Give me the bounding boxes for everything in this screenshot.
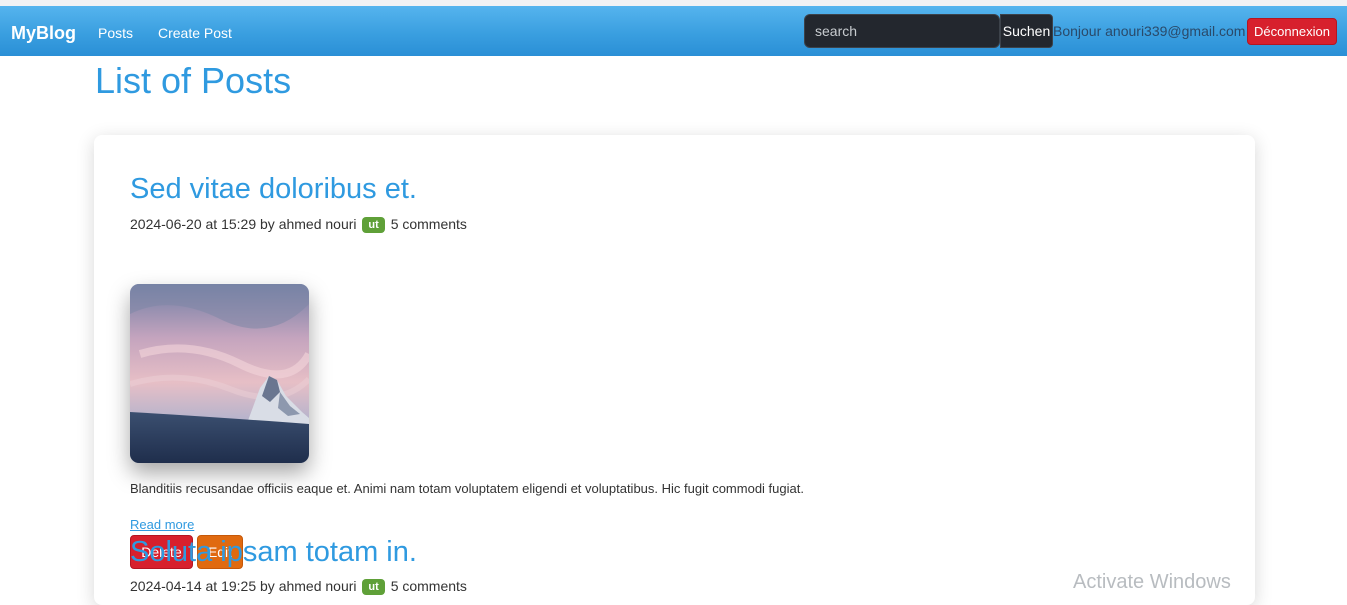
post-date: 2024-06-20 at 15:29 [130,216,257,232]
post-image [130,284,309,463]
post-item: Sed vitae doloribus et. 2024-06-20 at 15… [130,171,804,569]
search-input[interactable] [804,14,1000,48]
post-excerpt: Blanditiis recusandae officiis eaque et.… [130,481,804,496]
post-title[interactable]: Soluta ipsam totam in. [130,534,417,570]
brand-logo[interactable]: MyBlog [11,23,76,44]
activate-windows-watermark: Activate Windows [1073,571,1231,593]
user-greeting: Bonjour anouri339@gmail.com [1053,23,1246,39]
post-date: 2024-04-14 at 19:25 [130,578,257,594]
post-item: Soluta ipsam totam in. 2024-04-14 at 19:… [130,534,467,595]
post-title[interactable]: Sed vitae doloribus et. [130,171,417,207]
page-title: List of Posts [95,60,292,101]
search-button[interactable]: Suchen [1000,14,1053,48]
logout-button[interactable]: Déconnexion [1247,18,1337,45]
post-author: ahmed nouri [278,578,357,594]
post-tag-badge[interactable]: ut [362,579,385,595]
nav-link-create-post[interactable]: Create Post [158,25,232,41]
post-by: by [260,216,275,232]
post-tag-badge[interactable]: ut [362,217,385,233]
mountain-photo [130,284,309,463]
post-meta: 2024-06-20 at 15:29 by ahmed nouri ut 5 … [130,216,467,233]
post-meta: 2024-04-14 at 19:25 by ahmed nouri ut 5 … [130,578,467,595]
post-author: ahmed nouri [278,216,357,232]
post-comments-count: 5 comments [390,578,467,594]
navbar: MyBlog Posts Create Post Suchen Bonjour … [0,6,1347,56]
posts-card: Sed vitae doloribus et. 2024-06-20 at 15… [94,135,1255,605]
post-by: by [260,578,275,594]
nav-link-posts[interactable]: Posts [98,25,133,41]
read-more-link[interactable]: Read more [130,517,194,532]
post-comments-count: 5 comments [390,216,467,232]
